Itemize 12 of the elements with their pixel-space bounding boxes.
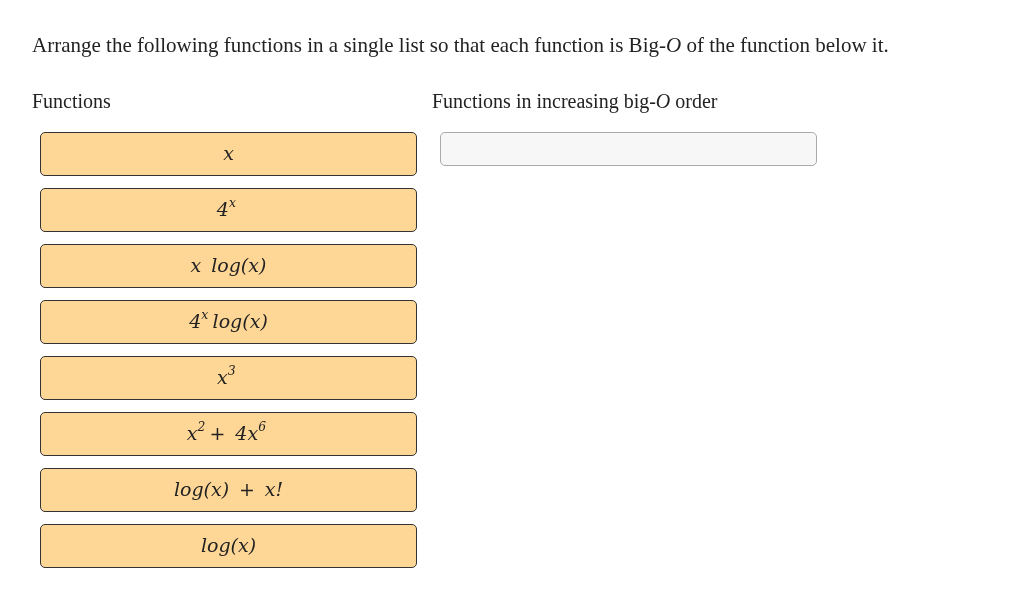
column-heading: Functions in increasing big-O order [432,88,719,115]
function-card[interactable]: x$^{3}$ [40,355,417,400]
function-card[interactable]: x$^{2}$ + 4x$^{6}$ [40,411,417,456]
drop-zone[interactable] [440,131,817,166]
function-card[interactable]: x [40,131,417,176]
function-card[interactable]: 4$^{x}$ log(x) [40,299,417,344]
function-card[interactable]: log(x) + x! [40,467,417,512]
function-card[interactable]: 4$^{x}$ [40,187,417,232]
function-card[interactable]: log(x) [40,523,417,568]
column-heading: Functions [32,88,112,114]
function-card[interactable]: x log(x) [40,243,417,288]
question-text: Arrange the following functions in a single list so that each function is Big-O of the function below it. [32,32,890,59]
